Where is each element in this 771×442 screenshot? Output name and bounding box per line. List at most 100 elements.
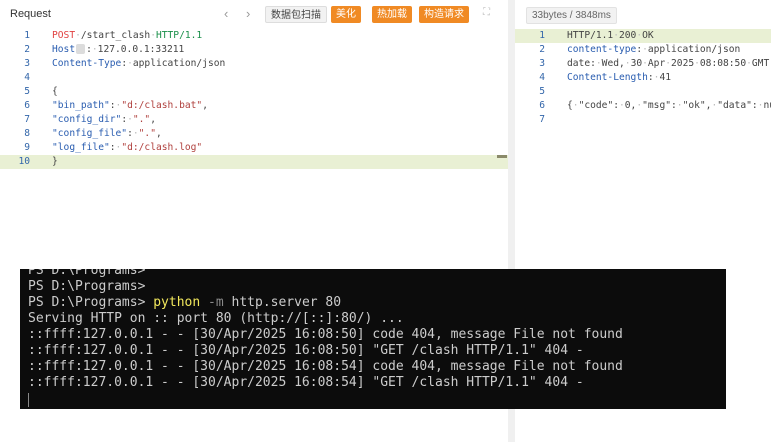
code-token: 127.0.0.1:33211 (97, 44, 185, 55)
code-token: Content-Length (567, 72, 648, 83)
line-content: HTTP/1.1·200·OK (567, 29, 654, 43)
code-line: 4 (0, 71, 508, 85)
chevron-left-icon[interactable]: ‹ (224, 6, 228, 22)
code-token: HTTP/1.1 (567, 30, 614, 41)
expand-icon[interactable]: ⛶ (483, 8, 493, 18)
line-number: 4 (24, 72, 30, 83)
code-line: 6 "bin_path":·"d:/clash.bat", (0, 99, 508, 113)
code-token: 2025 (671, 58, 695, 69)
packet-scan-button[interactable]: 数据包扫描 (265, 6, 327, 23)
code-token: "code": (578, 100, 619, 111)
code-token: "." (138, 128, 156, 139)
line-content: content-type:·application/json (567, 43, 740, 57)
code-line: 3 date:·Wed,·30·Apr·2025·08:08:50·GMT (515, 57, 771, 71)
code-token: "d:/clash.bat" (121, 100, 203, 111)
code-line: 3 Content-Type:·application/json (0, 57, 508, 71)
line-content: { (52, 85, 58, 99)
line-content: "config_file":·".", (52, 127, 162, 141)
code-token: "ok", (682, 100, 712, 111)
code-line: 2 content-type:·application/json (515, 43, 771, 57)
code-line: 2 Host:·127.0.0.1:33211 (0, 43, 508, 57)
code-token: Wed, (601, 58, 625, 69)
code-token: Content-Type (52, 58, 122, 69)
code-token: POST (52, 30, 76, 41)
terminal-prompt: PS D:\Programs> (28, 295, 154, 310)
terminal-line: PS D:\Programs> (28, 269, 146, 278)
code-token: 30 (630, 58, 643, 69)
line-number: 3 (24, 58, 30, 69)
code-token: 200 (619, 30, 637, 41)
code-token: , (155, 128, 162, 139)
code-token: GMT (751, 58, 770, 69)
terminal-cursor (28, 393, 29, 407)
code-line: 5 (515, 85, 771, 99)
code-token: "bin_path" (52, 100, 110, 111)
line-number: 6 (539, 100, 545, 111)
line-content: Content-Type:·application/json (52, 57, 225, 71)
code-line: 5{ (0, 85, 508, 99)
code-token: , (202, 100, 208, 111)
line-number: 8 (24, 128, 30, 139)
line-number: 2 (24, 44, 30, 55)
construct-request-button[interactable]: 构造请求 (419, 6, 469, 23)
chevron-right-icon[interactable]: › (246, 6, 250, 22)
line-number: 9 (24, 142, 30, 153)
code-token: content-type (567, 44, 637, 55)
autocomplete-icon (76, 44, 86, 54)
terminal-window[interactable]: PS D:\Programs> PS D:\Programs> PS D:\Pr… (20, 269, 726, 409)
request-editor[interactable]: 1 POST·/start_clash·HTTP/1.1 2 Host:·127.0.… (0, 29, 508, 169)
code-token: /start_clash (80, 30, 151, 41)
line-number: 2 (539, 44, 545, 55)
code-token: 08:08:50 (699, 58, 747, 69)
code-token: application/json (647, 44, 741, 55)
terminal-line: ::ffff:127.0.0.1 - - [30/Apr/2025 16:08:… (28, 343, 584, 358)
line-number: 6 (24, 100, 30, 111)
code-token: } (52, 156, 58, 167)
line-number: 1 (539, 30, 545, 41)
line-number: 7 (24, 114, 30, 125)
line-number: 10 (18, 156, 30, 167)
line-content: date:·Wed,·30·Apr·2025·08:08:50·GMT (567, 57, 769, 71)
line-content: POST·/start_clash·HTTP/1.1 (52, 29, 202, 43)
scroll-marker (497, 155, 507, 158)
request-header: Request ‹ › 数据包扫描 美化 热加载 构造请求 ⛶ (0, 0, 508, 28)
code-line: 4 Content-Length:·41 (515, 71, 771, 85)
response-size-badge: 33bytes / 3848ms (526, 7, 617, 24)
code-token: Host (52, 44, 76, 55)
hot-load-button[interactable]: 热加载 (372, 6, 412, 23)
code-line: 1 POST·/start_clash·HTTP/1.1 (0, 29, 508, 43)
line-number: 3 (539, 58, 545, 69)
terminal-line: Serving HTTP on :: port 80 (http://[::]:… (28, 311, 404, 326)
code-token: 41 (659, 72, 671, 83)
response-editor[interactable]: 1 HTTP/1.1·200·OK 2 content-type:·applicati… (515, 29, 771, 127)
code-token: "log_file" (52, 142, 110, 153)
code-token: "data": (717, 100, 758, 111)
terminal-line: ::ffff:127.0.0.1 - - [30/Apr/2025 16:08:… (28, 359, 623, 374)
terminal-line: PS D:\Programs> (28, 279, 146, 294)
code-line: 6 {·"code":·0,·"msg":·"ok",·"data":·nu (515, 99, 771, 113)
code-token: OK (642, 30, 654, 41)
line-content: {·"code":·0,·"msg":·"ok",·"data":·nu (567, 99, 771, 113)
beautify-button[interactable]: 美化 (331, 6, 361, 23)
code-line: 10} (0, 155, 508, 169)
code-token: "config_dir" (52, 114, 122, 125)
terminal-flag: -m (200, 295, 224, 310)
line-content: } (52, 155, 58, 169)
request-title: Request (10, 8, 51, 20)
terminal-line: ::ffff:127.0.0.1 - - [30/Apr/2025 16:08:… (28, 327, 623, 342)
line-number: 1 (24, 30, 30, 41)
line-content: Host:·127.0.0.1:33211 (52, 43, 184, 57)
terminal-line: ::ffff:127.0.0.1 - - [30/Apr/2025 16:08:… (28, 375, 584, 390)
line-content: "bin_path":·"d:/clash.bat", (52, 99, 208, 113)
code-line: 9 "log_file":·"d:/clash.log" (0, 141, 508, 155)
code-token: { (52, 86, 58, 97)
code-token: HTTP/1.1 (155, 30, 203, 41)
code-token: 0, (624, 100, 637, 111)
line-content: "log_file":·"d:/clash.log" (52, 141, 202, 155)
line-content: Content-Length:·41 (567, 71, 671, 85)
terminal-command-line: PS D:\Programs> python -m http.server 80 (28, 295, 341, 311)
code-line: 7 "config_dir":·".", (0, 113, 508, 127)
terminal-args: http.server 80 (223, 295, 342, 310)
code-token: "msg": (642, 100, 677, 111)
line-number: 5 (24, 86, 30, 97)
